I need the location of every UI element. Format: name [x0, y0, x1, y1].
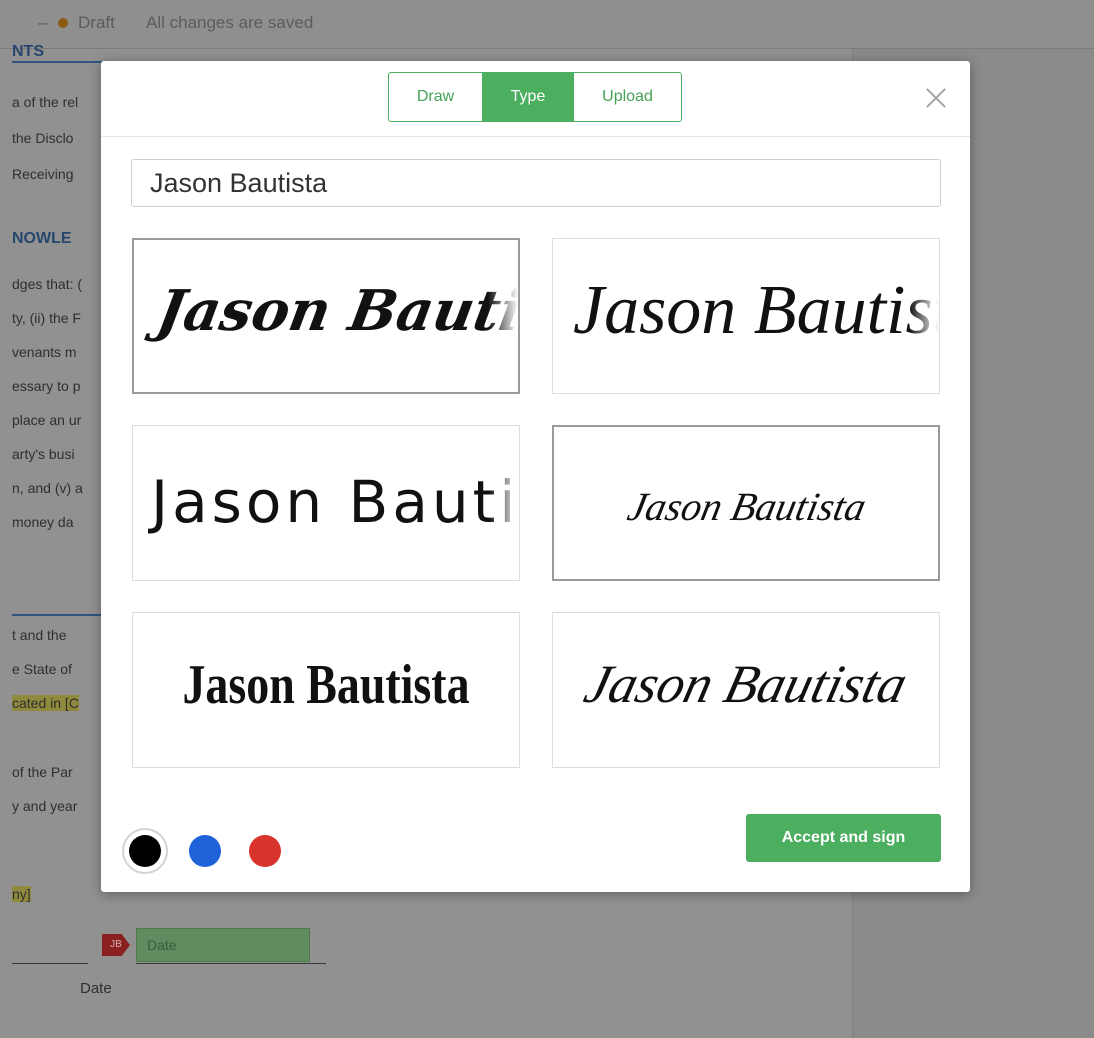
signature-name-input[interactable]	[131, 159, 941, 207]
document-line: money da	[12, 514, 74, 530]
document-line: dges that: (	[12, 276, 83, 292]
signature-option-elegant[interactable]: Jason Bautista	[552, 612, 940, 768]
tab-type[interactable]: Type	[482, 73, 574, 121]
color-swatch-red[interactable]	[249, 835, 281, 867]
document-line: venants m	[12, 344, 77, 360]
signature-preview: Jason Bautista	[623, 484, 871, 529]
section-heading: NTS	[12, 43, 44, 60]
section-heading: NOWLE	[12, 230, 72, 247]
tab-draw[interactable]: Draw	[389, 73, 482, 121]
heading-underline	[12, 61, 102, 63]
signature-preview: Jason Bautista	[182, 654, 470, 716]
document-line: the Disclo	[12, 130, 74, 146]
signature-mode-tabs: Draw Type Upload	[388, 72, 682, 122]
color-swatch-black[interactable]	[129, 835, 161, 867]
status-dash: –	[38, 13, 48, 32]
close-icon[interactable]	[921, 83, 951, 113]
date-label: Date	[80, 980, 112, 997]
document-line: arty's busi	[12, 446, 75, 462]
signature-option-flourish[interactable]: Jason Bautista	[552, 238, 940, 394]
document-line: n, and (v) a	[12, 480, 83, 496]
document-line: t and the	[12, 627, 67, 643]
signature-line	[12, 963, 88, 964]
signature-preview: Jason Bautista	[151, 468, 520, 536]
document-line: y and year	[12, 798, 78, 814]
color-swatch-blue[interactable]	[189, 835, 221, 867]
signature-option-small-script[interactable]: Jason Bautista	[552, 425, 940, 581]
signature-option-marker[interactable]: Jason Bautista	[132, 425, 520, 581]
tab-upload[interactable]: Upload	[574, 73, 681, 121]
draft-label: Draft	[78, 13, 115, 32]
document-status-bar: – Draft All changes are saved	[0, 0, 1094, 49]
draft-status-dot-icon	[58, 18, 68, 28]
document-line-placeholder: ny]	[12, 886, 31, 902]
modal-header: Draw Type Upload	[101, 61, 970, 137]
document-line: Receiving	[12, 166, 74, 182]
document-line: essary to p	[12, 378, 81, 394]
accept-and-sign-button[interactable]: Accept and sign	[746, 814, 941, 862]
document-line-placeholder: cated in [C	[12, 695, 79, 711]
document-line: place an ur	[12, 412, 82, 428]
document-line: of the Par	[12, 764, 73, 780]
date-field[interactable]: Date	[136, 928, 310, 962]
document-line: ty, (ii) the F	[12, 310, 81, 326]
signature-preview: Jason Bautista	[578, 654, 914, 714]
signature-preview: Jason Bautista	[573, 272, 939, 349]
document-line: e State of	[12, 661, 72, 677]
section-divider	[12, 614, 102, 616]
signature-option-brush[interactable]: Jason Bautista	[132, 238, 520, 394]
document-line: a of the rel	[12, 94, 79, 110]
signature-modal: Draw Type Upload Jason Bautista Jason Ba…	[101, 61, 970, 892]
date-underline	[136, 963, 326, 964]
save-status-text: All changes are saved	[146, 13, 314, 32]
signature-preview: Jason Bautista	[152, 278, 520, 344]
signature-option-bold[interactable]: Jason Bautista	[132, 612, 520, 768]
